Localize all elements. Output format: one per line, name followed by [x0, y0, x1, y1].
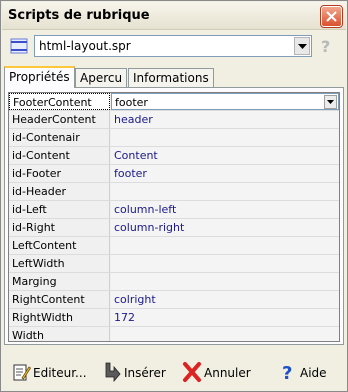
property-value[interactable]: 172: [111, 309, 339, 326]
editor-button[interactable]: Editeur...: [11, 361, 101, 387]
scripts-dialog: Scripts de rubrique html-layout.spr ? Pr…: [0, 0, 348, 392]
property-value: footer: [115, 96, 148, 109]
property-name: id-Footer: [9, 165, 110, 182]
property-row[interactable]: id-Footer footer: [9, 165, 339, 183]
property-row[interactable]: LeftContent: [9, 237, 339, 255]
help-button-label: Aide: [300, 366, 327, 380]
chevron-down-icon: [298, 44, 307, 49]
property-row[interactable]: HeaderContent header: [9, 111, 339, 129]
property-row[interactable]: LeftWidth: [9, 255, 339, 273]
insert-icon: [105, 362, 121, 383]
tab-strip: Propriétés Apercu Informations: [4, 66, 344, 88]
cancel-button[interactable]: Annuler: [182, 361, 260, 387]
property-value[interactable]: Content: [111, 147, 339, 164]
chevron-down-icon: [327, 100, 334, 104]
script-icon: [10, 38, 28, 54]
property-row[interactable]: id-Contenair: [9, 129, 339, 147]
property-name: RightWidth: [9, 309, 110, 326]
property-name: RightContent: [9, 291, 110, 308]
property-value[interactable]: [111, 129, 339, 146]
property-value[interactable]: colright: [111, 291, 339, 308]
help-icon: ?: [282, 363, 292, 383]
property-value[interactable]: [111, 183, 339, 200]
help-question-icon[interactable]: ?: [321, 37, 330, 56]
property-name: LeftContent: [9, 237, 110, 254]
insert-button[interactable]: Insérer: [102, 361, 172, 387]
property-row[interactable]: RightContent colright: [9, 291, 339, 309]
property-row[interactable]: Width: [9, 327, 339, 341]
property-dropdown-button[interactable]: [324, 95, 337, 109]
property-row[interactable]: id-Left column-left: [9, 201, 339, 219]
property-value[interactable]: [111, 327, 339, 341]
property-value[interactable]: header: [111, 111, 339, 128]
cancel-button-label: Annuler: [204, 366, 251, 380]
property-name: HeaderContent: [9, 111, 110, 128]
property-name: FooterContent: [9, 93, 110, 110]
property-row[interactable]: id-Header: [9, 183, 339, 201]
editor-button-label: Editeur...: [33, 366, 87, 380]
script-select[interactable]: html-layout.spr: [34, 35, 312, 57]
property-value[interactable]: column-right: [111, 219, 339, 236]
tab-properties[interactable]: Propriétés: [4, 66, 75, 88]
property-value[interactable]: footer: [111, 165, 339, 182]
close-icon: [326, 11, 337, 22]
property-value[interactable]: [111, 237, 339, 254]
title-bar[interactable]: Scripts de rubrique: [2, 2, 346, 30]
editor-icon: [13, 364, 31, 381]
property-value-input[interactable]: footer: [111, 93, 339, 110]
property-row[interactable]: id-Right column-right: [9, 219, 339, 237]
property-name: id-Header: [9, 183, 110, 200]
property-row[interactable]: RightWidth 172: [9, 309, 339, 327]
property-name: Width: [9, 327, 110, 341]
property-name: id-Right: [9, 219, 110, 236]
close-button[interactable]: [320, 5, 343, 28]
property-value[interactable]: column-left: [111, 201, 339, 218]
svg-text:?: ?: [282, 363, 292, 383]
help-button[interactable]: ? Aide: [278, 361, 336, 387]
script-select-dropdown-button[interactable]: [294, 37, 310, 55]
window-title: Scripts de rubrique: [8, 8, 150, 23]
property-row[interactable]: id-Content Content: [9, 147, 339, 165]
property-name: id-Left: [9, 201, 110, 218]
script-select-value: html-layout.spr: [39, 39, 131, 53]
property-name: id-Contenair: [9, 129, 110, 146]
property-row[interactable]: FooterContent footer: [9, 93, 339, 111]
button-bar: Editeur... Insérer Annuler ? Aide: [1, 353, 347, 389]
cancel-x-icon: [183, 362, 201, 382]
property-value[interactable]: [111, 255, 339, 272]
properties-panel: FooterContent footer HeaderContent heade…: [4, 87, 344, 345]
insert-button-label: Insérer: [124, 366, 166, 380]
property-name: Marging: [9, 273, 110, 290]
property-grid: FooterContent footer HeaderContent heade…: [8, 92, 340, 342]
property-row[interactable]: Marging: [9, 273, 339, 291]
property-name: id-Content: [9, 147, 110, 164]
tab-informations[interactable]: Informations: [128, 68, 214, 87]
property-name: LeftWidth: [9, 255, 110, 272]
property-value[interactable]: [111, 273, 339, 290]
tab-preview[interactable]: Apercu: [75, 68, 128, 87]
